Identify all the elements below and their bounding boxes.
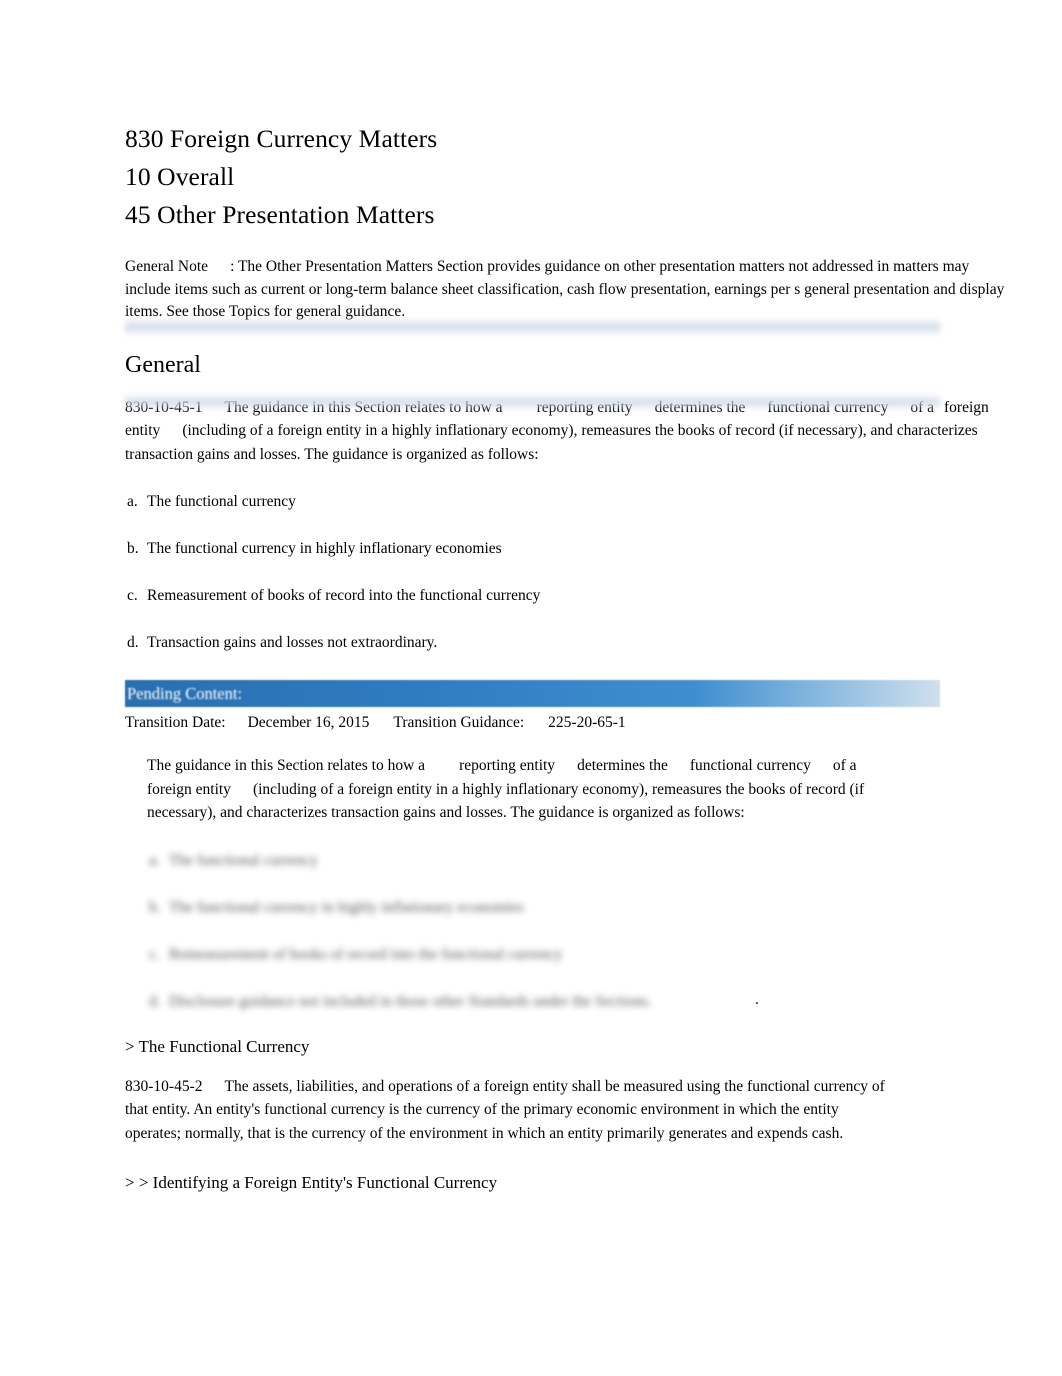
- title-line-topic: 830 Foreign Currency Matters: [125, 124, 438, 153]
- glossary-term-reporting-entity-pending[interactable]: reporting entity: [459, 757, 555, 774]
- pending-guidance-list: a. The functional currency b. The function…: [147, 849, 1005, 1013]
- transition-guidance-value[interactable]: 225-20-65-1: [548, 714, 626, 731]
- list-item: c. Remeasurement of books of record into …: [125, 584, 1005, 607]
- list-item-label: Remeasurement of books of record into th…: [147, 587, 541, 604]
- list-item-marker: a.: [127, 493, 138, 510]
- sentence-period: .: [755, 990, 759, 1008]
- guidance-list: a. The functional currency b. The function…: [125, 490, 1005, 654]
- list-item: c. Remeasurement of books of record into …: [147, 943, 1005, 966]
- subsubheading-identifying-functional-currency: > > Identifying a Foreign Entity's Funct…: [125, 1173, 498, 1192]
- list-item-marker: c.: [127, 587, 138, 604]
- list-item-marker: d.: [149, 992, 161, 1010]
- subheading-functional-currency: > The Functional Currency: [125, 1036, 310, 1056]
- section-heading-general: General: [125, 351, 201, 378]
- pending-text-part4: (including of a foreign entity in a high…: [147, 780, 865, 822]
- pending-content-label: Pending Content:: [127, 684, 243, 703]
- paragraph-number: 830-10-45-2: [125, 1077, 203, 1095]
- pending-text-part2: determines the: [577, 757, 668, 774]
- document-page: 830 Foreign Currency Matters 10 Overall …: [0, 0, 1062, 1376]
- redaction-band-note: [125, 318, 940, 336]
- list-item-label: Disclosure guidance not included in thos…: [169, 992, 652, 1010]
- paragraph-text: The assets, liabilities, and operations …: [125, 1077, 885, 1142]
- general-note-text: : The Other Presentation Matters Section…: [125, 258, 1005, 320]
- list-item: d. Disclosure guidance not included in th…: [147, 990, 1005, 1013]
- transition-info-line: Transition Date: December 16, 2015 Transit…: [125, 711, 1005, 734]
- transition-guidance-label: Transition Guidance:: [393, 714, 525, 731]
- paragraph-830-10-45-2: 830-10-45-2 The assets, liabilities, and …: [125, 1075, 885, 1146]
- pending-text-part1: The guidance in this Section relates to …: [147, 757, 426, 774]
- transition-date-label: Transition Date:: [125, 714, 226, 731]
- list-item-label: The functional currency: [169, 851, 318, 869]
- list-item: a. The functional currency: [125, 490, 1005, 513]
- list-item-label: The functional currency: [147, 493, 296, 510]
- glossary-term-foreign-entity-pending[interactable]: foreign entity: [147, 781, 231, 798]
- list-item-label: The functional currency in highly inflat…: [169, 898, 524, 916]
- redaction-band-general: [125, 393, 940, 410]
- list-item-marker: d.: [127, 634, 139, 651]
- title-line-section: 45 Other Presentation Matters: [125, 200, 435, 229]
- paragraph-text-part4: (including of a foreign entity in a high…: [125, 422, 978, 463]
- general-note: General Note: The Other Presentation Mat…: [125, 256, 1005, 336]
- list-item-marker: b.: [127, 540, 139, 557]
- list-item-marker: c.: [149, 945, 160, 963]
- transition-date-value: December 16, 2015: [247, 714, 370, 731]
- general-note-label: General Note: [125, 258, 209, 275]
- pending-text-part3: of a: [832, 757, 857, 774]
- list-item: a. The functional currency: [147, 849, 1005, 872]
- pending-content-body: The guidance in this Section relates to …: [147, 754, 907, 825]
- document-title-block: 830 Foreign Currency Matters 10 Overall …: [125, 120, 1005, 234]
- list-item: b. The functional currency in highly infl…: [125, 537, 1005, 560]
- document-content: 830 Foreign Currency Matters 10 Overall …: [125, 120, 1005, 1195]
- pending-content-banner: Pending Content:: [125, 680, 940, 707]
- list-item-label: Remeasurement of books of record into th…: [169, 945, 563, 963]
- title-line-subtopic: 10 Overall: [125, 162, 235, 191]
- list-item: b. The functional currency in highly infl…: [147, 896, 1005, 919]
- glossary-term-functional-currency-pending[interactable]: functional currency: [690, 757, 811, 774]
- pending-paragraph: The guidance in this Section relates to …: [147, 754, 907, 825]
- list-item: d. Transaction gains and losses not extra…: [125, 631, 1005, 654]
- list-item-marker: a.: [149, 851, 160, 869]
- list-item-label: The functional currency in highly inflat…: [147, 540, 502, 557]
- list-item-label: Transaction gains and losses not extraor…: [147, 634, 438, 651]
- list-item-marker: b.: [149, 898, 161, 916]
